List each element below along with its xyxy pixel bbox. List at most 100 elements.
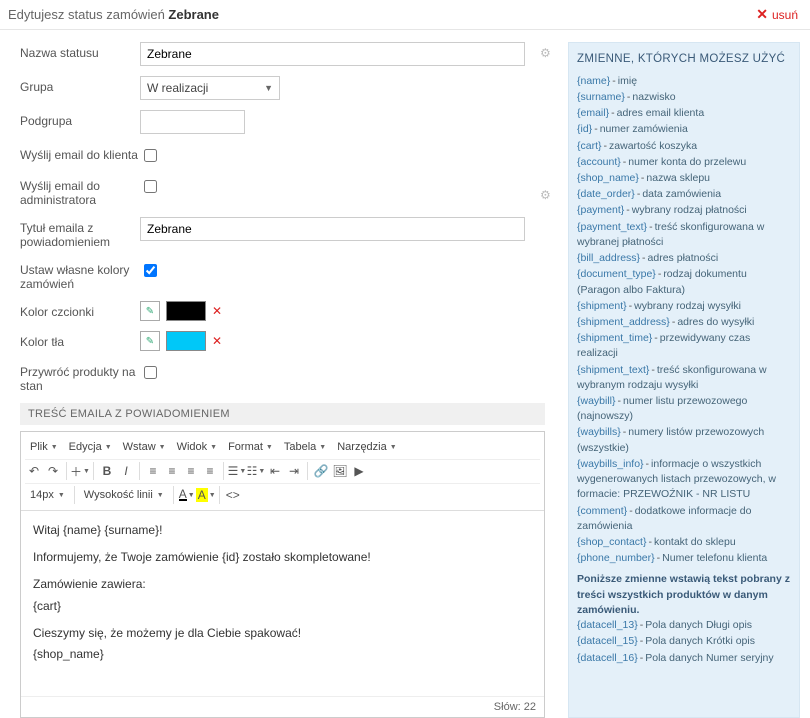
email-title-input[interactable] (140, 217, 525, 241)
font-color-label: Kolor czcionki (20, 301, 140, 319)
align-center-icon[interactable]: ≡ (163, 462, 181, 480)
align-justify-icon[interactable]: ≡ (201, 462, 219, 480)
editor-line: Informujemy, że Twoje zamówienie {id} zo… (33, 548, 532, 567)
gear-icon[interactable]: ⚙ (540, 188, 554, 202)
add-icon[interactable]: ＋▼ (71, 462, 89, 480)
menu-insert[interactable]: Wstaw▼ (118, 438, 171, 456)
text-color-icon[interactable]: A▼ (178, 486, 196, 504)
menu-table[interactable]: Tabela▼ (279, 438, 331, 456)
variable-item: {name}-imię (577, 74, 791, 89)
editor-line: Zamówienie zawiera: (33, 575, 532, 594)
menu-format[interactable]: Format▼ (223, 438, 278, 456)
image-icon[interactable]: 🖼 (331, 462, 349, 480)
variable-item: {shipment}-wybrany rodzaj wysyłki (577, 299, 791, 314)
restore-label: Przywróć produkty na stan (20, 361, 140, 393)
custom-colors-label: Ustaw własne kolory zamówień (20, 259, 140, 291)
chevron-down-icon: ▼ (264, 83, 273, 93)
variable-item: {datacell_15}-Pola danych Krótki opis (577, 634, 791, 649)
email-title-label: Tytuł emaila z powiadomieniem (20, 217, 140, 249)
bg-color-swatch[interactable] (166, 331, 206, 351)
fontsize-select[interactable]: 14px▼ (25, 486, 70, 504)
variable-item: {datacell_16}-Pola danych Numer seryjny (577, 651, 791, 666)
email-client-checkbox[interactable] (144, 149, 157, 162)
bg-color-picker[interactable]: ✎ (140, 331, 160, 351)
delete-label: usuń (772, 8, 798, 22)
email-content-section-title: TREŚĆ EMAILA Z POWIADOMIENIEM (20, 403, 545, 425)
bg-color-label: Kolor tła (20, 331, 140, 349)
variables-note: Poniższe zmienne wstawią tekst pobrany z… (577, 572, 791, 618)
variables-panel: ZMIENNE, KTÓRYCH MOŻESZ UŻYĆ {name}-imię… (568, 42, 800, 718)
custom-colors-checkbox[interactable] (144, 264, 157, 277)
page-title: Edytujesz status zamówień Zebrane (8, 7, 219, 22)
variable-item: {phone_number}-Numer telefonu klienta (577, 551, 791, 566)
rich-editor: Plik▼ Edycja▼ Wstaw▼ Widok▼ Format▼ Tabe… (20, 431, 545, 718)
variable-item: {account}-numer konta do przelewu (577, 155, 791, 170)
variable-item: {email}-adres email klienta (577, 106, 791, 121)
undo-icon[interactable]: ↶ (25, 462, 43, 480)
variable-item: {bill_address}-adres płatności (577, 251, 791, 266)
email-admin-label: Wyślij email do administratora (20, 175, 140, 207)
editor-toolbar: Plik▼ Edycja▼ Wstaw▼ Widok▼ Format▼ Tabe… (21, 432, 544, 511)
title-prefix: Edytujesz status zamówień (8, 7, 168, 22)
menu-tools[interactable]: Narzędzia▼ (332, 438, 401, 456)
close-icon: ✕ (756, 6, 768, 23)
list-number-icon[interactable]: ☷▼ (247, 462, 265, 480)
media-icon[interactable]: ▶ (350, 462, 368, 480)
restore-checkbox[interactable] (144, 366, 157, 379)
variable-item: {document_type}-rodzaj dokumentu (Parago… (577, 267, 791, 297)
variable-item: {shipment_text}-treść skonfigurowana w w… (577, 363, 791, 393)
variable-item: {waybill}-numer listu przewozowego (najn… (577, 394, 791, 424)
group-value: W realizacji (147, 81, 208, 95)
group-label: Grupa (20, 76, 140, 94)
subgroup-label: Podgrupa (20, 110, 140, 128)
status-name-input[interactable] (140, 42, 525, 66)
variable-item: {comment}-dodatkowe informacje do zamówi… (577, 504, 791, 534)
editor-line: Cieszymy się, że możemy je dla Ciebie sp… (33, 624, 532, 643)
variable-item: {datacell_13}-Pola danych Długi opis (577, 618, 791, 633)
variable-item: {shop_contact}-kontakt do sklepu (577, 535, 791, 550)
lineheight-select[interactable]: Wysokość linii▼ (79, 486, 169, 504)
align-right-icon[interactable]: ≡ (182, 462, 200, 480)
variable-item: {payment_text}-treść skonfigurowana w wy… (577, 220, 791, 250)
variable-item: {shop_name}-nazwa sklepu (577, 171, 791, 186)
variable-item: {id}-numer zamówienia (577, 122, 791, 137)
variable-item: {payment}-wybrany rodzaj płatności (577, 203, 791, 218)
editor-content[interactable]: Witaj {name} {surname}! Informujemy, że … (21, 511, 544, 696)
delete-button[interactable]: ✕ usuń (756, 6, 798, 23)
name-label: Nazwa statusu (20, 42, 140, 60)
email-admin-checkbox[interactable] (144, 180, 157, 193)
editor-line: Witaj {name} {surname}! (33, 521, 532, 540)
list-bullet-icon[interactable]: ☰▼ (228, 462, 246, 480)
variable-item: {waybills_info}-informacje o wszystkich … (577, 457, 791, 503)
font-color-swatch[interactable] (166, 301, 206, 321)
subgroup-input[interactable] (140, 110, 245, 134)
variable-item: {date_order}-data zamówienia (577, 187, 791, 202)
status-name: Zebrane (168, 7, 219, 22)
editor-line: {shop_name} (33, 645, 532, 664)
gear-icon[interactable]: ⚙ (540, 46, 554, 60)
variable-item: {cart}-zawartość koszyka (577, 139, 791, 154)
redo-icon[interactable]: ↷ (44, 462, 62, 480)
indent-icon[interactable]: ⇥ (285, 462, 303, 480)
italic-icon[interactable]: I (117, 462, 135, 480)
code-icon[interactable]: <> (224, 486, 242, 504)
bg-color-remove[interactable]: ✕ (212, 334, 222, 348)
menu-edit[interactable]: Edycja▼ (64, 438, 117, 456)
variable-item: {waybills}-numery listów przewozowych (w… (577, 425, 791, 455)
editor-line: {cart} (33, 597, 532, 616)
align-left-icon[interactable]: ≡ (144, 462, 162, 480)
bg-color-icon[interactable]: A▼ (197, 486, 215, 504)
link-icon[interactable]: 🔗 (312, 462, 330, 480)
font-color-picker[interactable]: ✎ (140, 301, 160, 321)
bold-icon[interactable]: B (98, 462, 116, 480)
word-count: Słów: 22 (21, 696, 544, 717)
menu-file[interactable]: Plik▼ (25, 438, 63, 456)
variable-item: {shipment_address}-adres do wysyłki (577, 315, 791, 330)
menu-view[interactable]: Widok▼ (172, 438, 223, 456)
variables-title: ZMIENNE, KTÓRYCH MOŻESZ UŻYĆ (577, 51, 791, 68)
group-select[interactable]: W realizacji ▼ (140, 76, 280, 100)
variable-item: {surname}-nazwisko (577, 90, 791, 105)
font-color-remove[interactable]: ✕ (212, 304, 222, 318)
outdent-icon[interactable]: ⇤ (266, 462, 284, 480)
variable-item: {shipment_time}-przewidywany czas realiz… (577, 331, 791, 361)
